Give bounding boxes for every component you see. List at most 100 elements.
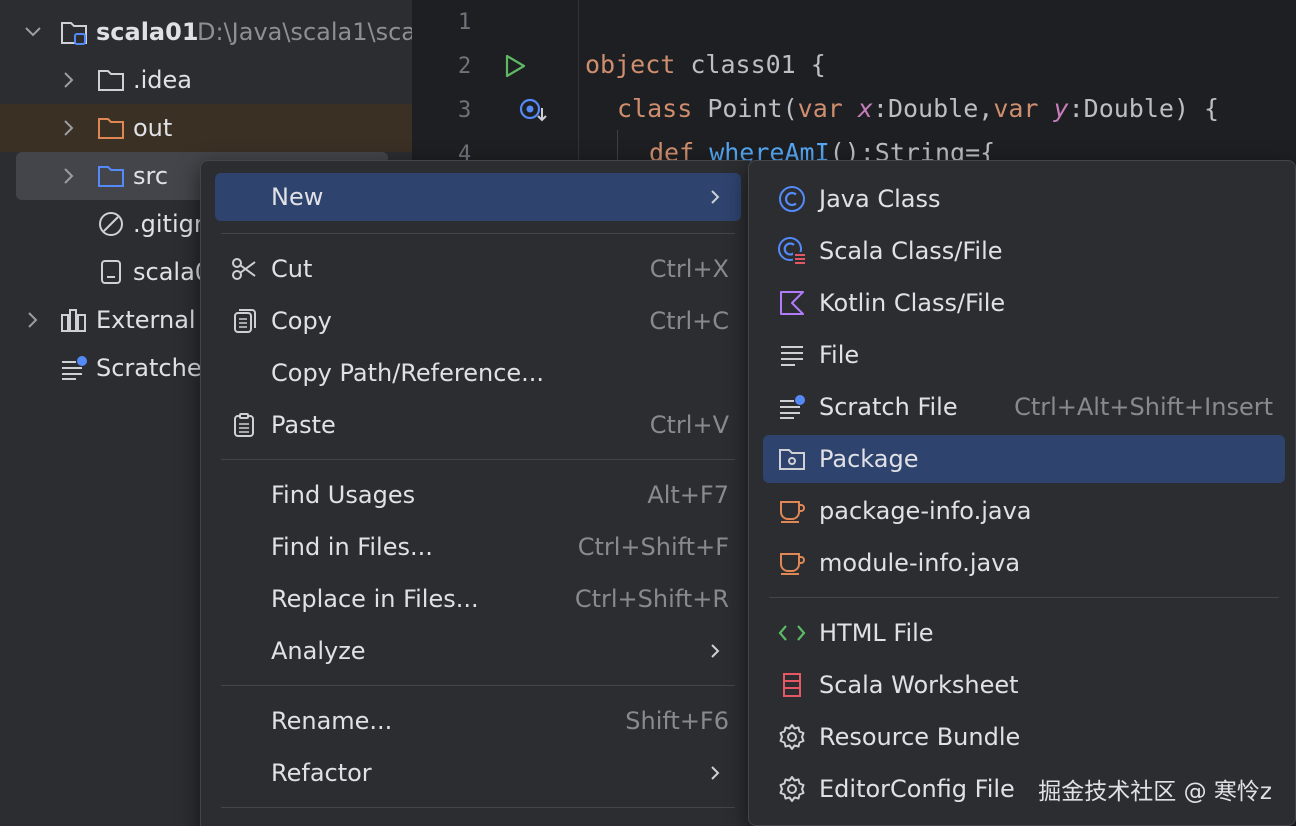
menu-item-label: Package xyxy=(819,445,919,473)
chevron-right-icon[interactable] xyxy=(58,117,80,139)
menu-item-shortcut: Ctrl+X xyxy=(649,255,729,283)
menu-item-shortcut: Ctrl+Alt+Shift+Insert xyxy=(1014,393,1273,421)
submenu-item-package-info[interactable]: package-info.java xyxy=(763,487,1285,535)
menu-item-label: module-info.java xyxy=(819,549,1021,577)
menu-divider xyxy=(221,807,735,808)
submenu-item-resource-bundle[interactable]: Resource Bundle xyxy=(763,713,1285,761)
submenu-item-module-info[interactable]: module-info.java xyxy=(763,539,1285,587)
code-token: class01 { xyxy=(675,50,826,79)
tree-item-label: scala0 xyxy=(133,258,211,286)
menu-item-copy[interactable]: Copy Ctrl+C xyxy=(215,297,741,345)
context-menu: New Cut Ctrl+X Copy Ctrl+C Copy Path/Ref… xyxy=(200,160,756,826)
menu-item-label: Scala Worksheet xyxy=(819,671,1019,699)
submenu-item-package[interactable]: Package xyxy=(763,435,1285,483)
submenu-item-file[interactable]: File xyxy=(763,331,1285,379)
chevron-right-icon[interactable] xyxy=(58,69,80,91)
code-token: x xyxy=(842,94,873,123)
excluded-folder-icon xyxy=(97,114,125,142)
menu-item-label: Cut xyxy=(271,255,313,283)
menu-item-find-in-files[interactable]: Find in Files... Ctrl+Shift+F xyxy=(215,523,741,571)
tree-item-root[interactable]: scala01 D:\Java\scala1\scal xyxy=(0,8,412,56)
module-file-icon xyxy=(97,258,125,286)
scala-class-icon xyxy=(777,236,807,266)
menu-divider xyxy=(769,597,1279,598)
menu-item-rename[interactable]: Rename... Shift+F6 xyxy=(215,697,741,745)
menu-item-label: Copy xyxy=(271,307,332,335)
menu-item-label: HTML File xyxy=(819,619,934,647)
source-folder-icon xyxy=(97,162,125,190)
menu-item-label: Resource Bundle xyxy=(819,723,1021,751)
code-line-3: class Point(var x:Double,var y:Double) { xyxy=(617,94,1219,123)
code-token: var xyxy=(993,94,1039,123)
run-icon[interactable] xyxy=(502,53,528,83)
code-token: y xyxy=(1038,94,1069,123)
tree-item-label: External I xyxy=(96,306,211,334)
menu-item-find-usages[interactable]: Find Usages Alt+F7 xyxy=(215,471,741,519)
tree-item-idea[interactable]: .idea xyxy=(0,56,412,104)
chevron-down-icon[interactable] xyxy=(22,21,44,43)
java-cup-icon xyxy=(777,548,807,578)
menu-divider xyxy=(221,233,735,234)
menu-divider xyxy=(221,459,735,460)
tree-item-label: src xyxy=(133,162,169,190)
code-token: :Double) { xyxy=(1068,94,1220,123)
scala-worksheet-icon xyxy=(777,670,807,700)
menu-item-replace-in-files[interactable]: Replace in Files... Ctrl+Shift+R xyxy=(215,575,741,623)
package-icon xyxy=(777,444,807,474)
root-project-path: D:\Java\scala1\scal xyxy=(197,18,412,46)
tree-item-label: Scratches xyxy=(96,354,215,382)
submenu-item-kotlin[interactable]: Kotlin Class/File xyxy=(763,279,1285,327)
menu-item-label: Rename... xyxy=(271,707,393,735)
root-project-name: scala01 xyxy=(96,18,199,46)
submenu-item-java-class[interactable]: Java Class xyxy=(763,175,1285,223)
code-token: var xyxy=(797,94,843,123)
kotlin-icon xyxy=(777,288,807,318)
ignored-file-icon xyxy=(97,210,125,238)
java-class-icon xyxy=(777,184,807,214)
tree-item-label: out xyxy=(133,114,173,142)
menu-item-label: package-info.java xyxy=(819,497,1032,525)
menu-item-shortcut: Ctrl+Shift+F xyxy=(577,533,729,561)
implemented-icon[interactable] xyxy=(518,96,552,130)
submenu-item-scratch-file[interactable]: Scratch File Ctrl+Alt+Shift+Insert xyxy=(763,383,1285,431)
chevron-right-icon[interactable] xyxy=(22,309,44,331)
code-token: :Double, xyxy=(872,94,994,123)
new-submenu: Java Class Scala Class/File Kotlin Class… xyxy=(748,160,1296,826)
chevron-right-icon xyxy=(707,765,723,781)
menu-item-refactor[interactable]: Refactor xyxy=(215,749,741,797)
menu-item-label: Find Usages xyxy=(271,481,416,509)
scratch-file-icon xyxy=(777,392,807,422)
library-icon xyxy=(60,306,88,334)
menu-item-label: Refactor xyxy=(271,759,372,787)
gear-icon xyxy=(777,774,807,804)
menu-item-new[interactable]: New xyxy=(215,173,741,221)
file-icon xyxy=(777,340,807,370)
folder-icon xyxy=(97,66,125,94)
submenu-item-scala-worksheet[interactable]: Scala Worksheet xyxy=(763,661,1285,709)
menu-item-label: Paste xyxy=(271,411,336,439)
menu-item-analyze[interactable]: Analyze xyxy=(215,627,741,675)
submenu-item-scala-class[interactable]: Scala Class/File xyxy=(763,227,1285,275)
tree-item-label: .idea xyxy=(133,66,193,94)
menu-item-shortcut: Ctrl+Shift+R xyxy=(574,585,729,613)
line-number: 1 xyxy=(458,10,472,35)
chevron-right-icon xyxy=(707,643,723,659)
menu-item-shortcut: Alt+F7 xyxy=(647,481,729,509)
menu-item-copy-path[interactable]: Copy Path/Reference... xyxy=(215,349,741,397)
menu-item-label: Replace in Files... xyxy=(271,585,479,613)
menu-item-label: Java Class xyxy=(819,185,941,213)
menu-item-label: Scratch File xyxy=(819,393,958,421)
menu-item-label: Kotlin Class/File xyxy=(819,289,1006,317)
code-line-2: object class01 { xyxy=(585,50,826,79)
chevron-right-icon[interactable] xyxy=(58,165,80,187)
menu-item-shortcut: Shift+F6 xyxy=(625,707,729,735)
menu-item-paste[interactable]: Paste Ctrl+V xyxy=(215,401,741,449)
submenu-item-html-file[interactable]: HTML File xyxy=(763,609,1285,657)
menu-item-label: New xyxy=(271,183,324,211)
menu-item-cut[interactable]: Cut Ctrl+X xyxy=(215,245,741,293)
scissors-icon xyxy=(229,254,259,284)
chevron-right-icon xyxy=(707,189,723,205)
menu-item-label: Scala Class/File xyxy=(819,237,1003,265)
line-number: 2 xyxy=(458,54,472,79)
tree-item-out[interactable]: out xyxy=(0,104,412,152)
